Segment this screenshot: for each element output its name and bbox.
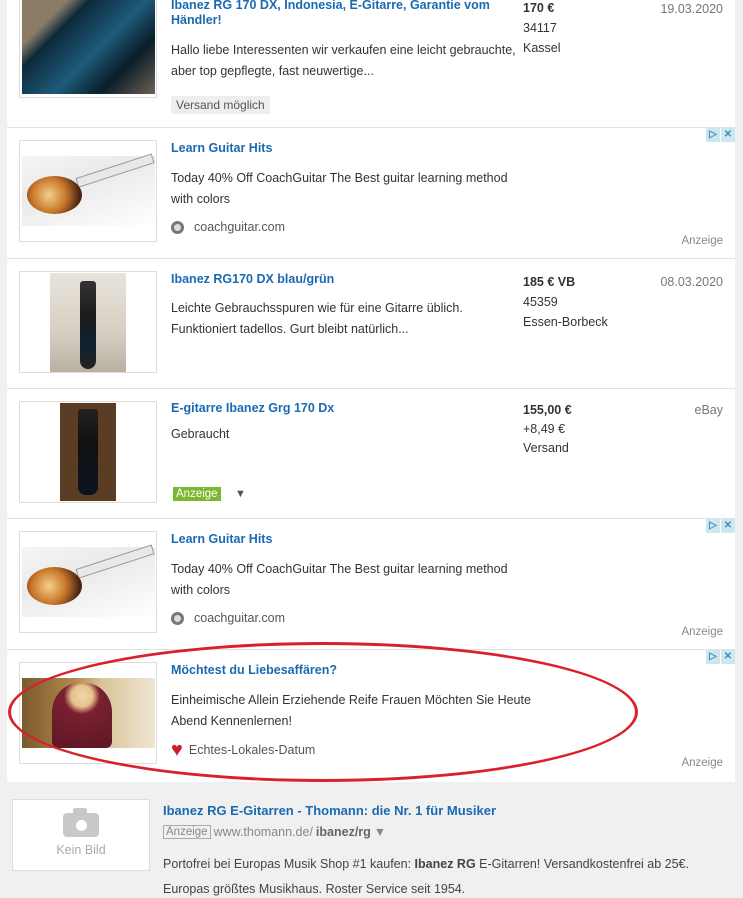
listing-price: 170 € [523, 1, 555, 15]
listing-item[interactable]: Ibanez RG170 DX blau/grün Leichte Gebrau… [7, 259, 735, 389]
adchoices-close-icon[interactable]: ✕ [721, 128, 735, 142]
listing-price: 155,00 € [523, 403, 572, 417]
ad-title[interactable]: Learn Guitar Hits [171, 532, 511, 547]
ad-label: Anzeige [681, 757, 723, 769]
guitar-image [21, 0, 155, 94]
anzeige-badge: Anzeige [163, 825, 211, 839]
ad-site[interactable]: ♥ Echtes-Lokales-Datum [171, 739, 316, 761]
adchoices[interactable]: ▷ ✕ [706, 519, 735, 533]
external-result-url[interactable]: Anzeige www.thomann.de/ibanez/rg ▼ [163, 825, 386, 839]
external-result-description: Portofrei bei Europas Musik Shop #1 kauf… [163, 855, 733, 898]
ad-item[interactable]: ▷ ✕ Möchtest du Liebesaffären? Einheimis… [7, 650, 735, 782]
listing-shipping: +8,49 € [523, 422, 566, 436]
listing-city: Kassel [523, 41, 561, 55]
listing-source: eBay [694, 403, 724, 417]
listing-price-block: 155,00 € +8,49 € Versand [523, 401, 572, 458]
listing-description: Leichte Gebrauchsspuren wie für eine Git… [171, 301, 463, 336]
ad-thumbnail[interactable] [19, 140, 157, 242]
ad-item[interactable]: ▷ ✕ Learn Guitar Hits Today 40% Off Coac… [7, 128, 735, 259]
ad-description: Today 40% Off CoachGuitar The Best guita… [171, 562, 508, 597]
adchoices-close-icon[interactable]: ✕ [721, 650, 735, 664]
listing-description: Hallo liebe Interessenten wir verkaufen … [171, 43, 516, 78]
heart-icon: ♥ [171, 739, 183, 761]
listing-item[interactable]: Ibanez RG 170 DX, Indonesia, E-Gitarre, … [7, 0, 735, 128]
listing-shipping-label: Versand [523, 441, 569, 455]
chevron-down-icon[interactable]: ▼ [374, 825, 386, 839]
listing-price-block: 185 € VB 45359 Essen-Borbeck [523, 272, 608, 332]
listing-thumbnail[interactable] [19, 271, 157, 373]
listing-zip: 34117 [523, 21, 557, 35]
ad-item[interactable]: ▷ ✕ Learn Guitar Hits Today 40% Off Coac… [7, 519, 735, 650]
listing-item[interactable]: E-gitarre Ibanez Grg 170 Dx Gebraucht 15… [7, 389, 735, 519]
chevron-down-icon[interactable]: ▼ [235, 488, 246, 500]
url-path: ibanez/rg [315, 825, 371, 839]
guitar-image [60, 403, 116, 501]
desc-text: E-Gitarren! Versandkostenfrei ab 25€. [475, 857, 689, 871]
globe-icon [171, 220, 184, 234]
listing-zip: 45359 [523, 295, 558, 309]
ad-site-label: coachguitar.com [194, 220, 286, 234]
adchoices-close-icon[interactable]: ✕ [721, 519, 735, 533]
adchoices-info-icon[interactable]: ▷ [706, 519, 720, 533]
guitar-image [21, 153, 155, 226]
listing-date: 19.03.2020 [660, 2, 723, 16]
ad-site[interactable]: coachguitar.com [171, 220, 285, 234]
listing-date: 08.03.2020 [660, 275, 723, 289]
url-prefix: www.thomann.de/ [213, 825, 313, 839]
listing-thumbnail[interactable] [19, 401, 157, 503]
anzeige-badge[interactable]: Anzeige [173, 487, 221, 501]
ad-description: Einheimische Allein Erziehende Reife Fra… [171, 693, 531, 728]
guitar-image [50, 272, 126, 372]
listing-thumbnail[interactable] [19, 0, 157, 98]
ad-site-label: coachguitar.com [194, 611, 286, 625]
listing-city: Essen-Borbeck [523, 315, 608, 329]
adchoices-info-icon[interactable]: ▷ [706, 128, 720, 142]
listing-title[interactable]: Ibanez RG 170 DX, Indonesia, E-Gitarre, … [171, 0, 511, 28]
external-result-title[interactable]: Ibanez RG E-Gitarren - Thomann: die Nr. … [163, 803, 496, 818]
ad-title[interactable]: Möchtest du Liebesaffären? [171, 663, 511, 678]
camera-icon [63, 808, 99, 837]
adchoices-info-icon[interactable]: ▷ [706, 650, 720, 664]
listing-description: Gebraucht [171, 427, 230, 441]
ad-thumbnail[interactable] [19, 531, 157, 633]
desc-text: Portofrei bei Europas Musik Shop #1 kauf… [163, 857, 415, 871]
listing-price: 185 € VB [523, 275, 576, 289]
no-image-label: Kein Bild [56, 843, 106, 857]
person-image [21, 678, 155, 748]
ad-description: Today 40% Off CoachGuitar The Best guita… [171, 171, 508, 206]
ad-label: Anzeige [681, 235, 723, 247]
ad-thumbnail[interactable] [19, 662, 157, 764]
ad-title[interactable]: Learn Guitar Hits [171, 141, 511, 156]
shipping-tag: Versand möglich [171, 96, 270, 114]
results-list: Ibanez RG 170 DX, Indonesia, E-Gitarre, … [7, 0, 735, 782]
guitar-image [21, 544, 155, 617]
globe-icon [171, 611, 184, 625]
adchoices[interactable]: ▷ ✕ [706, 650, 735, 664]
listing-title[interactable]: E-gitarre Ibanez Grg 170 Dx [171, 401, 511, 416]
desc-bold: Ibanez RG [414, 857, 476, 871]
no-image-placeholder: Kein Bild [12, 799, 150, 871]
ad-site[interactable]: coachguitar.com [171, 611, 285, 625]
listing-price-block: 170 € 34117 Kassel [523, 0, 561, 58]
adchoices[interactable]: ▷ ✕ [706, 128, 735, 142]
desc-line-2: Europas größtes Musikhaus. Roster Servic… [163, 882, 466, 896]
ad-label: Anzeige [681, 626, 723, 638]
ad-site-label: Echtes-Lokales-Datum [188, 743, 316, 757]
listing-title[interactable]: Ibanez RG170 DX blau/grün [171, 272, 511, 287]
